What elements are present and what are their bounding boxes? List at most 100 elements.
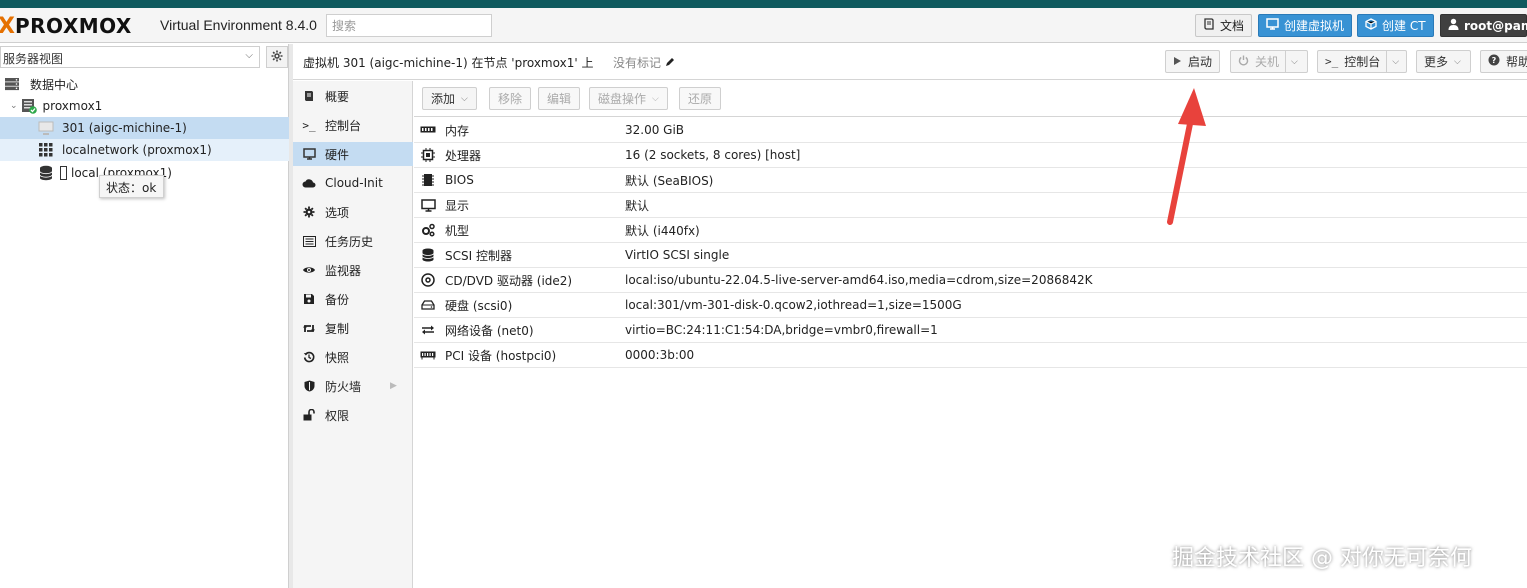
terminal-icon: >_	[1325, 55, 1339, 68]
server-view-select[interactable]: 服务器视图 ⌵	[0, 46, 260, 68]
remove-button[interactable]: 移除	[489, 87, 532, 110]
display-icon	[416, 198, 440, 212]
table-row[interactable]: 硬盘 (scsi0) local:301/vm-301-disk-0.qcow2…	[414, 293, 1527, 318]
pci-icon	[416, 351, 440, 360]
tags-area[interactable]: 没有标记	[613, 54, 675, 71]
create-ct-label: 创建 CT	[1382, 19, 1426, 33]
hardware-name: BIOS	[445, 173, 474, 187]
table-row[interactable]: 机型 默认 (i440fx)	[414, 218, 1527, 243]
unlock-icon	[301, 409, 317, 421]
app-header: X PROXMOX Virtual Environment 8.4.0 搜索 文…	[0, 8, 1527, 43]
hardware-name: 内存	[445, 123, 470, 138]
chevron-right-icon[interactable]: ▶	[390, 381, 397, 391]
more-button[interactable]: 更多 ⌵	[1416, 50, 1471, 73]
exchange-icon	[416, 325, 440, 335]
floppy-icon	[301, 293, 317, 305]
nav-item-label: 控制台	[325, 118, 362, 133]
vm-desktop-icon	[38, 120, 54, 136]
cpu-icon	[416, 148, 440, 162]
nav-item-label: 概要	[325, 89, 350, 104]
table-row[interactable]: 网络设备 (net0) virtio=BC:24:11:C1:54:DA,bri…	[414, 318, 1527, 343]
cube-icon	[1365, 18, 1377, 33]
console-button[interactable]: >_ 控制台 ⌵	[1317, 50, 1407, 73]
hardware-name: SCSI 控制器	[445, 248, 512, 263]
user-menu-button[interactable]: root@pam	[1440, 14, 1527, 37]
edit-button[interactable]: 编辑	[538, 87, 581, 110]
shield-icon	[301, 380, 317, 392]
nav-item-label: 监视器	[325, 263, 362, 278]
tree-item-localnetwork[interactable]: localnetwork (proxmox1)	[0, 139, 289, 161]
hardware-value: virtio=BC:24:11:C1:54:DA,bridge=vmbr0,fi…	[625, 323, 938, 337]
tree-item-label: 301 (aigc-michine-1)	[62, 121, 187, 135]
book-icon	[301, 90, 317, 102]
table-row[interactable]: 显示 默认	[414, 193, 1527, 218]
console-label: 控制台	[1344, 55, 1381, 69]
hdd-icon	[416, 300, 440, 310]
start-button[interactable]: 启动	[1165, 50, 1221, 73]
hardware-name: PCI 设备 (hostpci0)	[445, 348, 557, 363]
more-label: 更多	[1424, 55, 1449, 69]
create-ct-button[interactable]: 创建 CT	[1357, 14, 1434, 37]
nav-item-monitor[interactable]: 监视器	[293, 258, 413, 282]
nav-item-permissions[interactable]: 权限	[293, 403, 413, 427]
nav-item-label: Cloud-Init	[325, 176, 383, 190]
hardware-value: 32.00 GiB	[625, 123, 685, 137]
docs-label: 文档	[1220, 19, 1245, 33]
tree-item-node[interactable]: ⌄ proxmox1	[0, 95, 289, 117]
book-icon	[1203, 18, 1215, 33]
nav-item-options[interactable]: 选项	[293, 200, 413, 224]
add-button[interactable]: 添加 ⌵	[422, 87, 477, 110]
tree-item-vm-301[interactable]: 301 (aigc-michine-1)	[0, 117, 289, 139]
proxmox-logo[interactable]: X PROXMOX	[0, 13, 132, 39]
status-tooltip: 状态：ok	[99, 175, 164, 198]
nav-item-snapshots[interactable]: 快照	[293, 345, 413, 369]
list-icon	[301, 235, 317, 247]
history-icon	[301, 351, 317, 363]
table-row[interactable]: SCSI 控制器 VirtIO SCSI single	[414, 243, 1527, 268]
table-row[interactable]: 内存 32.00 GiB	[414, 118, 1527, 143]
hardware-value: 0000:3b:00	[625, 348, 695, 362]
shutdown-button[interactable]: 关机 ⌵	[1230, 50, 1308, 73]
logo-x-mark: X	[0, 13, 15, 39]
table-row[interactable]: 处理器 16 (2 sockets, 8 cores) [host]	[414, 143, 1527, 168]
nav-item-console[interactable]: >_ 控制台	[293, 113, 413, 137]
pencil-icon[interactable]	[665, 56, 675, 70]
nav-item-label: 权限	[325, 408, 350, 423]
server-rack-icon	[4, 76, 20, 92]
nav-item-firewall[interactable]: 防火墙 ▶	[293, 374, 413, 398]
nav-item-label: 硬件	[325, 147, 350, 162]
nav-item-cloud-init[interactable]: Cloud-Init	[293, 171, 413, 195]
revert-button[interactable]: 还原	[679, 87, 722, 110]
search-input[interactable]: 搜索	[326, 14, 492, 37]
table-row[interactable]: BIOS 默认 (SeaBIOS)	[414, 168, 1527, 193]
disk-action-button[interactable]: 磁盘操作 ⌵	[589, 87, 668, 110]
desktop-icon	[1266, 18, 1279, 33]
table-row[interactable]: CD/DVD 驱动器 (ide2) local:iso/ubuntu-22.04…	[414, 268, 1527, 293]
nav-item-backup[interactable]: 备份	[293, 287, 413, 311]
hardware-value: local:301/vm-301-disk-0.qcow2,iothread=1…	[625, 298, 962, 312]
tags-label: 没有标记	[613, 56, 662, 70]
nav-item-replication[interactable]: 复制	[293, 316, 413, 340]
create-vm-button[interactable]: 创建虚拟机	[1258, 14, 1353, 37]
docs-button[interactable]: 文档	[1195, 14, 1253, 37]
chevron-down-icon[interactable]: ⌵	[1386, 51, 1399, 72]
gear-icon	[301, 206, 317, 218]
storage-status-icon	[60, 166, 67, 180]
nav-item-summary[interactable]: 概要	[293, 84, 413, 108]
chevron-down-icon: ⌵	[245, 50, 253, 61]
chevron-down-icon[interactable]: ⌄	[10, 101, 18, 111]
nav-item-task-history[interactable]: 任务历史	[293, 229, 413, 253]
nav-item-hardware[interactable]: 硬件	[293, 142, 413, 166]
chevron-down-icon: ⌵	[1454, 56, 1461, 67]
tree-settings-button[interactable]	[266, 46, 288, 68]
hardware-value: 16 (2 sockets, 8 cores) [host]	[625, 148, 801, 162]
hardware-value: local:iso/ubuntu-22.04.5-live-server-amd…	[625, 273, 1093, 287]
table-row[interactable]: PCI 设备 (hostpci0) 0000:3b:00	[414, 343, 1527, 368]
help-button[interactable]: ? 帮助	[1480, 50, 1527, 73]
chevron-down-icon[interactable]: ⌵	[1285, 51, 1298, 72]
logo-text: PROXMOX	[14, 14, 132, 38]
vm-nav-menu: 概要 >_ 控制台 硬件 Cloud-Init 选项 任务历史 监视器 备份 复…	[293, 81, 413, 588]
remove-label: 移除	[498, 92, 523, 106]
tree-item-datacenter[interactable]: 数据中心	[0, 73, 289, 95]
resource-tree-panel: 服务器视图 ⌵ 数据中心 ⌄ proxmox1 301 (aigc-michin…	[0, 44, 289, 588]
